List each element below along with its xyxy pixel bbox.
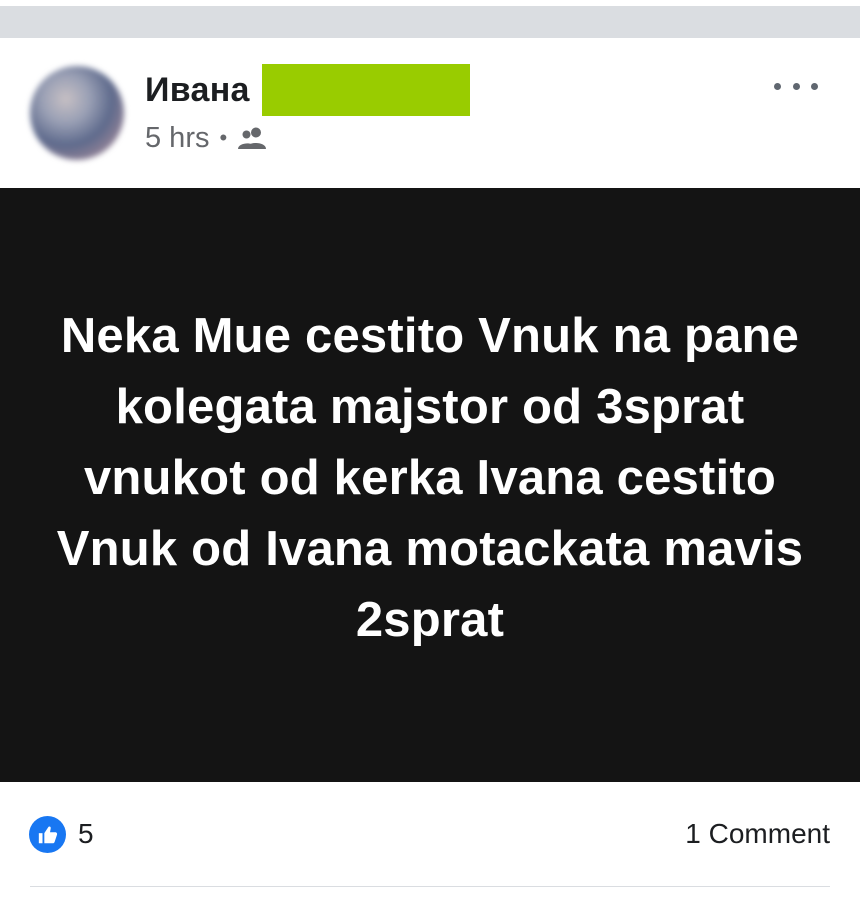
more-options-icon[interactable] [774,72,818,100]
top-strip-highlight [0,0,860,6]
avatar[interactable] [30,66,124,160]
like-count[interactable]: 5 [78,818,94,850]
post-text: Neka Mue cestito Vnuk na pane kolegata m… [56,308,804,647]
more-dot [774,82,781,90]
post-header: Ивана 5 hrs • [0,38,860,188]
post-meta: 5 hrs • [145,118,269,158]
post-timestamp[interactable]: 5 hrs [145,122,209,155]
like-icon[interactable] [29,816,66,853]
post-text-background: Neka Mue cestito Vnuk na pane kolegata m… [0,188,860,782]
reactions-bar: 5 1 Comment [0,806,860,866]
friends-icon[interactable] [237,126,269,150]
meta-separator: • [219,125,228,150]
more-dot [792,82,800,90]
author-row: Ивана [145,62,470,118]
author-name[interactable]: Ивана [145,71,250,110]
more-dot [811,82,818,90]
post-card: Ивана 5 hrs • Neka Mue cestito Vnuk na p… [0,38,860,900]
top-separator [0,0,860,38]
redacted-surname-block [261,64,470,116]
action-divider [30,886,830,887]
comment-count[interactable]: 1 Comment [685,818,830,850]
